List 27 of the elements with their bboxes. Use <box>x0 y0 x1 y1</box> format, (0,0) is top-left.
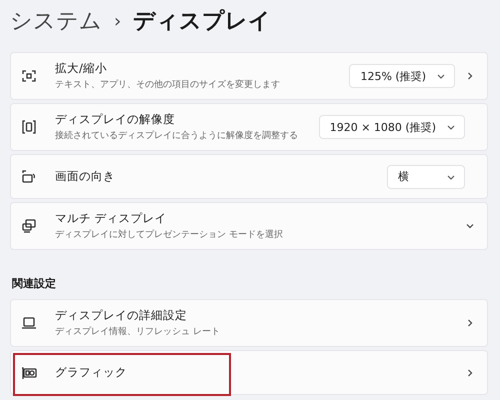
settings-card[interactable]: 拡大/縮小 テキスト、アプリ、その他の項目のサイズを変更します 125% (推奨) <box>10 52 488 100</box>
dropdown[interactable]: 125% (推奨) <box>349 64 455 88</box>
dropdown[interactable]: 1920 × 1080 (推奨) <box>318 115 465 139</box>
breadcrumb-separator: › <box>114 10 122 32</box>
setting-description: 接続されているディスプレイに合うように解像度を調整する <box>55 129 299 142</box>
graphics-card-icon <box>21 364 37 380</box>
laptop-icon <box>21 315 37 331</box>
settings-card[interactable]: グラフィック <box>10 350 488 395</box>
dropdown[interactable]: 横 <box>387 164 465 188</box>
setting-title: ディスプレイの詳細設定 <box>55 308 188 323</box>
breadcrumb-link[interactable]: システム <box>10 6 102 36</box>
setting-description: ディスプレイ情報、リフレッシュ レート <box>55 325 221 338</box>
settings-card[interactable]: ディスプレイの詳細設定 ディスプレイ情報、リフレッシュ レート <box>10 299 488 347</box>
display-rotate-icon <box>21 168 37 184</box>
resolution-icon <box>21 119 37 135</box>
page-title: ディスプレイ <box>133 8 272 36</box>
setting-description: テキスト、アプリ、その他の項目のサイズを変更します <box>55 78 281 91</box>
zoom-frame-icon <box>21 68 37 84</box>
setting-title: グラフィック <box>55 365 128 380</box>
setting-title: 画面の向き <box>55 169 116 184</box>
setting-title: マルチ ディスプレイ <box>55 211 168 226</box>
setting-title: ディスプレイの解像度 <box>55 112 176 127</box>
settings-card[interactable]: マルチ ディスプレイ ディスプレイに対してプレゼンテーション モードを選択 <box>10 202 488 250</box>
setting-description: ディスプレイに対してプレゼンテーション モードを選択 <box>55 228 284 241</box>
section-heading: 関連設定 <box>12 276 57 291</box>
setting-title: 拡大/縮小 <box>55 61 108 76</box>
multiple-displays-icon <box>21 218 37 234</box>
